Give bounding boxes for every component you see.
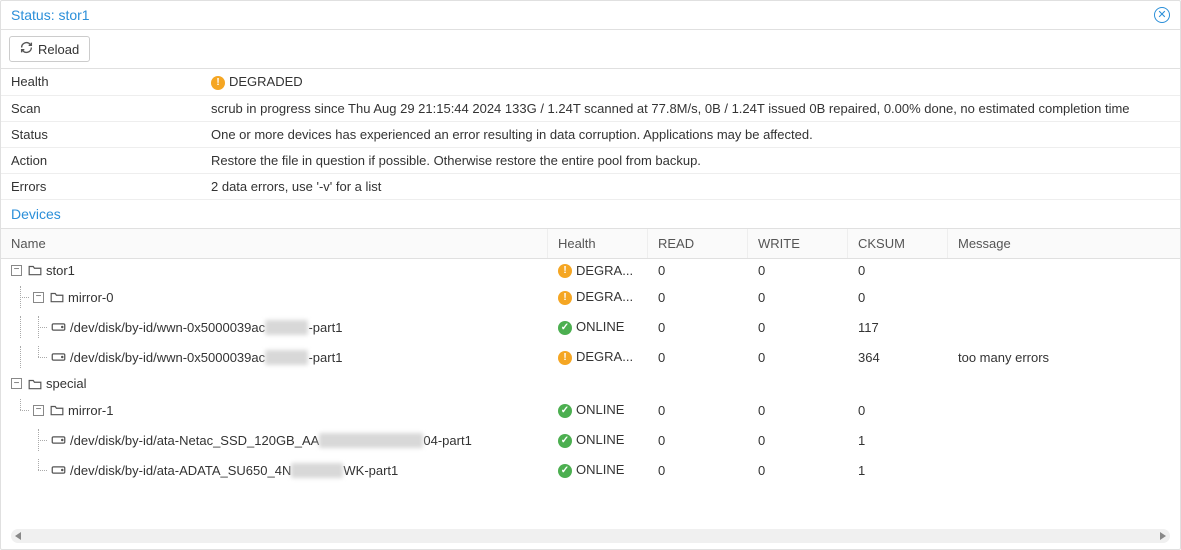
warning-icon: ! xyxy=(558,351,572,365)
col-write[interactable]: WRITE xyxy=(748,229,848,258)
table-row[interactable]: − stor1 !DEGRA... 0 0 0 xyxy=(1,259,1180,283)
horizontal-scrollbar[interactable] xyxy=(11,529,1170,543)
value-errors: 2 data errors, use '-v' for a list xyxy=(201,173,1180,199)
col-read[interactable]: READ xyxy=(648,229,748,258)
label-health: Health xyxy=(1,69,201,95)
disk-icon xyxy=(51,464,66,476)
toolbar: Reload xyxy=(1,30,1180,69)
device-name: mirror-1 xyxy=(68,403,114,418)
device-name: /dev/disk/by-id/ata-Netac_SSD_120GB_AAXX… xyxy=(70,433,472,448)
ok-icon: ✓ xyxy=(558,464,572,478)
folder-icon xyxy=(28,378,42,390)
col-cksum[interactable]: CKSUM xyxy=(848,229,948,258)
tree-collapse-icon[interactable]: − xyxy=(11,265,22,276)
table-row[interactable]: /dev/disk/by-id/wwn-0x5000039acXXXXX-par… xyxy=(1,342,1180,372)
grid-header: Name Health READ WRITE CKSUM Message xyxy=(1,229,1180,259)
disk-icon xyxy=(51,434,66,446)
value-health: !DEGRADED xyxy=(201,69,1180,95)
ok-icon: ✓ xyxy=(558,404,572,418)
table-row[interactable]: − mirror-1 ✓ONLINE 0 0 0 xyxy=(1,395,1180,425)
ok-icon: ✓ xyxy=(558,321,572,335)
warning-icon: ! xyxy=(558,264,572,278)
folder-icon xyxy=(28,264,42,276)
ok-icon: ✓ xyxy=(558,434,572,448)
reload-button[interactable]: Reload xyxy=(9,36,90,62)
device-name: /dev/disk/by-id/ata-ADATA_SU650_4NXXXXXX… xyxy=(70,463,398,478)
label-errors: Errors xyxy=(1,173,201,199)
reload-label: Reload xyxy=(38,42,79,57)
device-name: stor1 xyxy=(46,263,75,278)
value-scan: scrub in progress since Thu Aug 29 21:15… xyxy=(201,95,1180,121)
table-row[interactable]: /dev/disk/by-id/ata-ADATA_SU650_4NXXXXXX… xyxy=(1,455,1180,485)
refresh-icon xyxy=(20,41,33,57)
close-icon[interactable]: ✕ xyxy=(1154,7,1170,23)
table-row[interactable]: − mirror-0 !DEGRA... 0 0 0 xyxy=(1,282,1180,312)
label-scan: Scan xyxy=(1,95,201,121)
label-action: Action xyxy=(1,147,201,173)
value-status: One or more devices has experienced an e… xyxy=(201,121,1180,147)
disk-icon xyxy=(51,321,66,333)
table-row[interactable]: /dev/disk/by-id/wwn-0x5000039acXXXXX-par… xyxy=(1,312,1180,342)
panel-title: Status: stor1 xyxy=(11,7,90,23)
device-name: special xyxy=(46,376,86,391)
folder-icon xyxy=(50,291,64,303)
panel-header: Status: stor1 ✕ xyxy=(1,1,1180,30)
tree-collapse-icon[interactable]: − xyxy=(11,378,22,389)
col-message[interactable]: Message xyxy=(948,229,1180,258)
warning-icon: ! xyxy=(558,291,572,305)
status-panel: Status: stor1 ✕ Reload Health !DEGRADED … xyxy=(0,0,1181,550)
col-health[interactable]: Health xyxy=(548,229,648,258)
device-name: mirror-0 xyxy=(68,290,114,305)
col-name[interactable]: Name xyxy=(1,229,548,258)
device-name: /dev/disk/by-id/wwn-0x5000039acXXXXX-par… xyxy=(70,320,342,335)
info-table: Health !DEGRADED Scan scrub in progress … xyxy=(1,69,1180,200)
table-row[interactable]: /dev/disk/by-id/ata-Netac_SSD_120GB_AAXX… xyxy=(1,425,1180,455)
disk-icon xyxy=(51,351,66,363)
tree-collapse-icon[interactable]: − xyxy=(33,292,44,303)
device-name: /dev/disk/by-id/wwn-0x5000039acXXXXX-par… xyxy=(70,350,342,365)
devices-header: Devices xyxy=(1,200,1180,229)
grid-body: − stor1 !DEGRA... 0 0 0 − mirror-0 !DEGR… xyxy=(1,259,1180,526)
folder-icon xyxy=(50,404,64,416)
warning-icon: ! xyxy=(211,76,225,90)
table-row[interactable]: − special xyxy=(1,372,1180,395)
value-action: Restore the file in question if possible… xyxy=(201,147,1180,173)
label-status: Status xyxy=(1,121,201,147)
tree-collapse-icon[interactable]: − xyxy=(33,405,44,416)
